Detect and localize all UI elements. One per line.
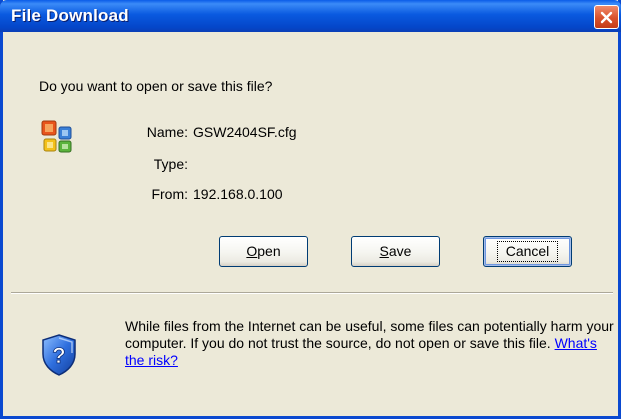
file-from-value: 192.168.0.100 — [193, 186, 283, 202]
open-accelerator: O — [246, 243, 258, 259]
close-button[interactable] — [594, 5, 619, 29]
save-accelerator: S — [379, 243, 389, 259]
download-question: Do you want to open or save this file? — [39, 78, 273, 94]
open-button-label: pen — [257, 243, 281, 259]
save-button-label: ave — [388, 243, 412, 259]
separator — [11, 292, 613, 294]
file-name-value: GSW2404SF.cfg — [193, 124, 297, 140]
security-shield-question-icon: ? — [42, 334, 76, 376]
cancel-button[interactable]: Cancel — [483, 236, 572, 267]
svg-text:?: ? — [52, 343, 65, 368]
warning-message: While files from the Internet can be use… — [125, 318, 614, 351]
dialog-title: File Download — [11, 6, 129, 25]
file-type-label: Type: — [153, 156, 188, 172]
cancel-button-label: Cancel — [496, 241, 559, 262]
office-document-icon — [41, 120, 72, 153]
save-button[interactable]: Save — [351, 236, 440, 267]
open-button[interactable]: Open — [219, 236, 308, 267]
file-name-label: Name: — [146, 124, 188, 140]
security-warning-text: While files from the Internet can be use… — [125, 318, 617, 369]
title-bar[interactable]: File Download — [0, 0, 621, 32]
file-download-dialog: File Download Do you want to open or sav… — [0, 0, 621, 419]
file-from-label: From: — [151, 186, 188, 202]
close-icon — [600, 11, 613, 23]
